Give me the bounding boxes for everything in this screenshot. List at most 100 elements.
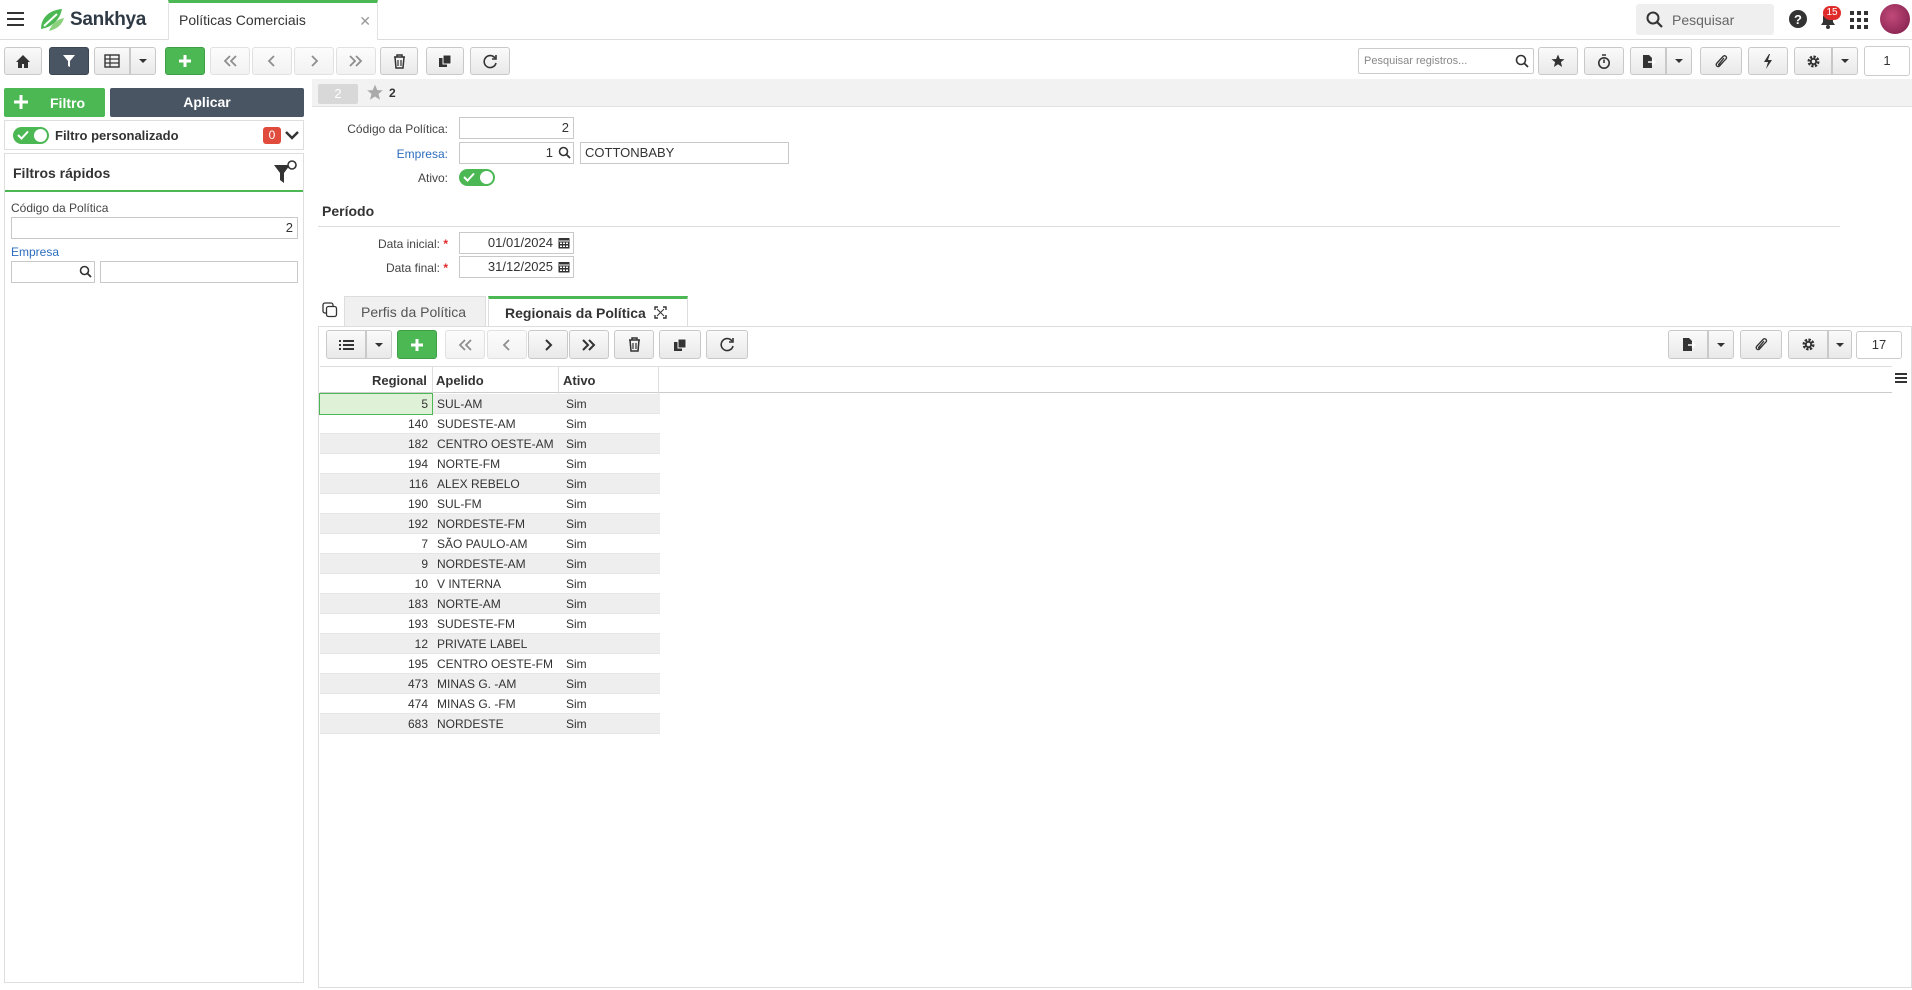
filter-empresa-label[interactable]: Empresa: [11, 245, 59, 259]
first-record-button[interactable]: [210, 47, 250, 75]
detail-duplicate-button[interactable]: [659, 330, 701, 359]
column-header-ativo[interactable]: Ativo: [563, 373, 596, 388]
settings-dropdown-button[interactable]: [1832, 47, 1858, 75]
cell-ativo[interactable]: Sim: [562, 514, 660, 534]
cell-apelido[interactable]: MINAS G. -AM: [434, 674, 558, 694]
table-row[interactable]: 116 ALEX REBELO Sim: [320, 474, 660, 494]
table-row[interactable]: 683 NORDESTE Sim: [320, 714, 660, 734]
last-record-button[interactable]: [336, 47, 376, 75]
detail-refresh-button[interactable]: [706, 330, 748, 359]
detail-previous-button[interactable]: [487, 330, 527, 359]
close-tab-icon[interactable]: ✕: [359, 13, 371, 30]
cell-ativo[interactable]: Sim: [562, 654, 660, 674]
detail-export-button[interactable]: [1668, 330, 1708, 359]
tab-regionais-da-politica[interactable]: Regionais da Política: [488, 296, 688, 326]
custom-filter-toggle[interactable]: [13, 127, 49, 144]
table-row[interactable]: 474 MINAS G. -FM Sim: [320, 694, 660, 714]
calendar-icon[interactable]: [558, 237, 570, 249]
chevron-down-icon[interactable]: [285, 130, 299, 140]
table-row[interactable]: 194 NORTE-FM Sim: [320, 454, 660, 474]
sankhya-logo[interactable]: Sankhya: [38, 7, 146, 33]
table-row[interactable]: 192 NORDESTE-FM Sim: [320, 514, 660, 534]
data-final-input[interactable]: 31/12/2025: [459, 256, 574, 278]
cell-apelido[interactable]: SUL-FM: [434, 494, 558, 514]
empresa-name-input[interactable]: COTTONBABY: [580, 142, 789, 164]
table-row[interactable]: 7 SÃO PAULO-AM Sim: [320, 534, 660, 554]
table-row[interactable]: 195 CENTRO OESTE-FM Sim: [320, 654, 660, 674]
detail-first-button[interactable]: [445, 330, 485, 359]
detail-attachment-button[interactable]: [1740, 330, 1782, 359]
detail-settings-dropdown[interactable]: [1828, 330, 1852, 359]
cell-regional[interactable]: 195: [320, 654, 432, 674]
cell-regional[interactable]: 9: [320, 554, 432, 574]
cell-regional[interactable]: 7: [320, 534, 432, 554]
detail-export-dropdown[interactable]: [1708, 330, 1734, 359]
cell-regional[interactable]: 474: [320, 694, 432, 714]
cell-apelido[interactable]: SUL-AM: [434, 394, 558, 414]
cell-apelido[interactable]: PRIVATE LABEL: [434, 634, 558, 654]
cell-apelido[interactable]: NORDESTE-FM: [434, 514, 558, 534]
cell-ativo[interactable]: Sim: [562, 414, 660, 434]
cell-apelido[interactable]: SUDESTE-AM: [434, 414, 558, 434]
cell-ativo[interactable]: Sim: [562, 394, 660, 414]
cell-ativo[interactable]: Sim: [562, 454, 660, 474]
page-number[interactable]: 1: [1864, 46, 1910, 76]
cell-ativo[interactable]: Sim: [562, 554, 660, 574]
column-divider[interactable]: [432, 367, 433, 394]
detail-next-button[interactable]: [528, 330, 568, 359]
cell-ativo[interactable]: Sim: [562, 474, 660, 494]
cell-ativo[interactable]: Sim: [562, 494, 660, 514]
filter-settings-icon[interactable]: [272, 159, 298, 187]
add-filter-button[interactable]: Filtro: [4, 88, 105, 117]
cell-apelido[interactable]: NORTE-AM: [434, 594, 558, 614]
cell-ativo[interactable]: Sim: [562, 714, 660, 734]
next-record-button[interactable]: [294, 47, 334, 75]
column-header-apelido[interactable]: Apelido: [436, 373, 484, 388]
cell-apelido[interactable]: NORDESTE-AM: [434, 554, 558, 574]
apply-filter-button[interactable]: Aplicar: [110, 88, 304, 117]
cell-apelido[interactable]: NORTE-FM: [434, 454, 558, 474]
search-icon[interactable]: [79, 265, 92, 278]
cell-apelido[interactable]: ALEX REBELO: [434, 474, 558, 494]
filter-toggle-button[interactable]: [49, 47, 89, 75]
star-icon[interactable]: [366, 84, 384, 101]
codigo-politica-input[interactable]: 2: [459, 117, 574, 139]
cell-ativo[interactable]: Sim: [562, 594, 660, 614]
help-icon[interactable]: ?: [1788, 9, 1808, 29]
cell-regional[interactable]: 5: [319, 393, 433, 415]
cell-apelido[interactable]: MINAS G. -FM: [434, 694, 558, 714]
table-row[interactable]: 193 SUDESTE-FM Sim: [320, 614, 660, 634]
global-search[interactable]: Pesquisar: [1636, 4, 1774, 35]
refresh-button[interactable]: [470, 47, 510, 75]
tabs-copy-icon[interactable]: [322, 302, 338, 318]
cell-ativo[interactable]: Sim: [562, 534, 660, 554]
cell-regional[interactable]: 116: [320, 474, 432, 494]
column-divider[interactable]: [658, 367, 659, 394]
apps-grid-icon[interactable]: [1850, 11, 1868, 29]
cell-ativo[interactable]: [562, 634, 660, 654]
cell-apelido[interactable]: CENTRO OESTE-AM: [434, 434, 558, 454]
cell-regional[interactable]: 193: [320, 614, 432, 634]
table-row[interactable]: 10 V INTERNA Sim: [320, 574, 660, 594]
table-row[interactable]: 140 SUDESTE-AM Sim: [320, 414, 660, 434]
detail-record-count[interactable]: 17: [1856, 331, 1902, 359]
cell-apelido[interactable]: SUDESTE-FM: [434, 614, 558, 634]
home-button[interactable]: [4, 47, 42, 75]
cell-regional[interactable]: 473: [320, 674, 432, 694]
cell-apelido[interactable]: V INTERNA: [434, 574, 558, 594]
actions-button[interactable]: [1748, 47, 1788, 75]
cell-regional[interactable]: 190: [320, 494, 432, 514]
detail-add-button[interactable]: [397, 330, 437, 359]
hamburger-menu-icon[interactable]: [6, 10, 28, 30]
attachment-button[interactable]: [1700, 47, 1742, 75]
duplicate-button[interactable]: [426, 47, 464, 75]
table-row[interactable]: 182 CENTRO OESTE-AM Sim: [320, 434, 660, 454]
table-row[interactable]: 5 SUL-AM Sim: [319, 393, 660, 415]
detail-list-button[interactable]: [326, 330, 366, 359]
search-icon[interactable]: [558, 146, 571, 159]
delete-button[interactable]: [380, 47, 418, 75]
filter-empresa-name-input[interactable]: [100, 261, 298, 283]
export-button[interactable]: [1630, 47, 1666, 75]
cell-ativo[interactable]: Sim: [562, 674, 660, 694]
cell-apelido[interactable]: NORDESTE: [434, 714, 558, 734]
